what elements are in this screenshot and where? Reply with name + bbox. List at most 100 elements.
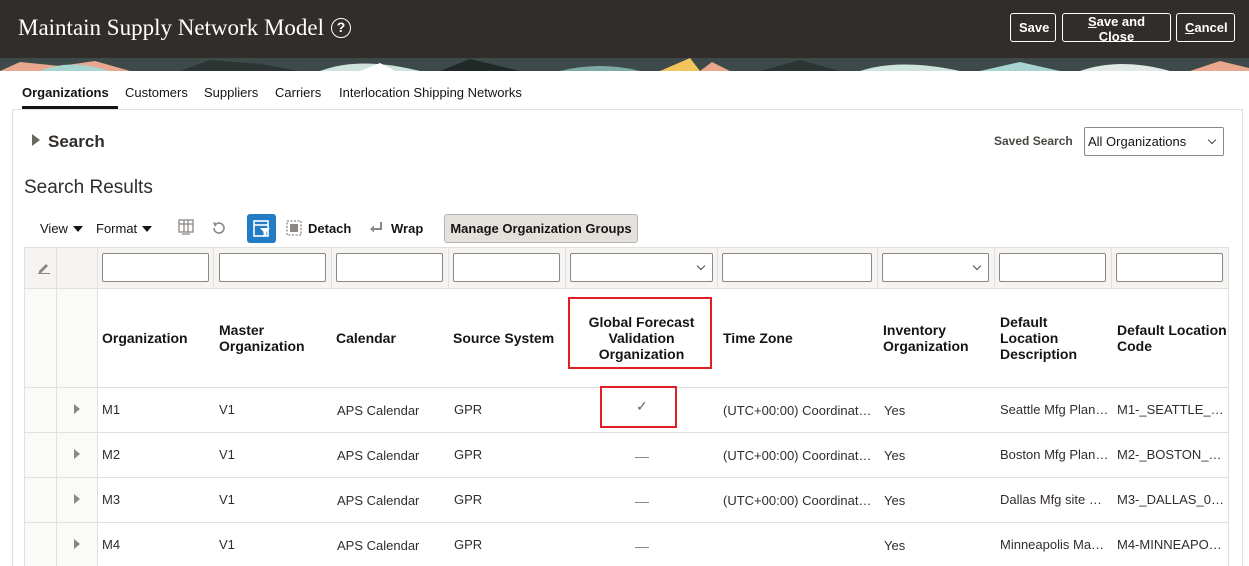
master-organization-filter-input[interactable] — [219, 253, 326, 282]
cell-default-location-description: Dallas Mfg site … — [1000, 492, 1102, 507]
grid-line — [24, 247, 1228, 248]
save-and-close-button[interactable]: Save and Close — [1062, 13, 1171, 44]
wrap-button[interactable]: Wrap — [391, 221, 423, 236]
cell-organization: M3 — [102, 492, 121, 507]
grid-line — [565, 247, 566, 288]
cell-calendar: APS Calendar — [337, 403, 420, 418]
highlight-box-column-header — [568, 297, 712, 369]
cell-organization: M4 — [102, 537, 121, 552]
detach-icon[interactable] — [285, 219, 303, 242]
view-menu[interactable]: View — [40, 221, 83, 236]
manage-organization-groups-button[interactable]: Manage Organization Groups — [444, 214, 638, 243]
decorative-banner — [0, 58, 1249, 71]
calendar-filter-input[interactable] — [336, 253, 443, 282]
empty-value-dash — [635, 547, 649, 548]
saved-search-label: Saved Search — [994, 134, 1073, 148]
cell-default-location-code: M1-_SEATTLE_… — [1117, 402, 1224, 417]
format-menu[interactable]: Format — [96, 221, 153, 236]
freeze-columns-icon[interactable] — [177, 218, 195, 241]
tab-interlocation-shipping-networks[interactable]: Interlocation Shipping Networks — [339, 85, 522, 100]
view-menu-label: View — [40, 221, 68, 236]
cell-calendar: APS Calendar — [337, 493, 420, 508]
grid-line — [1228, 247, 1229, 566]
grid-line — [56, 247, 57, 566]
search-label: Search — [48, 132, 105, 151]
column-header-time-zone[interactable]: Time Zone — [723, 330, 873, 346]
cell-master-organization: V1 — [219, 447, 235, 462]
grid-line — [717, 247, 718, 288]
expand-triangle-icon — [32, 134, 40, 146]
cell-master-organization: V1 — [219, 537, 235, 552]
chevron-down-icon — [696, 261, 706, 271]
cell-inventory-organization: Yes — [884, 403, 906, 418]
caret-down-icon — [142, 226, 153, 232]
grid-line — [24, 522, 1228, 523]
expand-row-icon[interactable] — [74, 404, 80, 414]
wrap-icon[interactable] — [369, 220, 385, 241]
cell-source-system: GPR — [454, 537, 483, 552]
tab-bar: Organizations Customers Suppliers Carrie… — [12, 72, 1243, 110]
tab-customers[interactable]: Customers — [125, 85, 188, 100]
grid-line — [24, 477, 1228, 478]
page-title: Maintain Supply Network Model — [18, 15, 324, 40]
grid-line — [97, 247, 98, 566]
cell-calendar: APS Calendar — [337, 448, 420, 463]
search-disclosure[interactable]: Search — [32, 132, 105, 152]
column-header-calendar[interactable]: Calendar — [336, 330, 446, 346]
grid-line — [331, 247, 332, 288]
grid-line — [877, 247, 878, 288]
cell-source-system: GPR — [454, 492, 483, 507]
question-circle-icon[interactable]: ? — [331, 18, 351, 38]
column-header-source-system[interactable]: Source System — [453, 330, 563, 346]
grid-line — [1111, 247, 1112, 288]
grid-line — [994, 247, 995, 288]
cell-default-location-description: Seattle Mfg Plan… — [1000, 402, 1109, 417]
tab-carriers[interactable]: Carriers — [275, 85, 321, 100]
query-by-example-button[interactable] — [247, 214, 276, 243]
row-header-column — [24, 288, 97, 566]
column-header-organization[interactable]: Organization — [102, 330, 212, 346]
saved-search-select[interactable]: All Organizations — [1084, 127, 1224, 156]
global-forecast-filter-select[interactable] — [570, 253, 713, 282]
save-button[interactable]: Save — [1010, 13, 1056, 42]
grid-line — [24, 247, 25, 566]
chevron-down-icon — [1207, 135, 1217, 145]
chevron-down-icon — [972, 261, 982, 271]
column-header-inventory-organization[interactable]: Inventory Organization — [883, 322, 983, 354]
column-header-default-location-description[interactable]: Default Location Description — [1000, 314, 1080, 362]
cell-time-zone: (UTC+00:00) Coordinat… — [723, 493, 872, 508]
detach-button[interactable]: Detach — [308, 221, 351, 236]
grid-line — [448, 247, 449, 288]
cell-calendar: APS Calendar — [337, 538, 420, 553]
grid-line — [24, 288, 1228, 289]
organization-filter-input[interactable] — [102, 253, 209, 282]
default-location-code-filter-input[interactable] — [1116, 253, 1223, 282]
cell-time-zone: (UTC+00:00) Coordinat… — [723, 448, 872, 463]
column-header-master-organization[interactable]: Master Organization — [219, 322, 329, 354]
cell-time-zone: (UTC+00:00) Coordinat… — [723, 403, 872, 418]
empty-value-dash — [635, 502, 649, 503]
cell-default-location-code: M2-_BOSTON_… — [1117, 447, 1222, 462]
default-location-description-filter-input[interactable] — [999, 253, 1106, 282]
saved-search-value: All Organizations — [1088, 134, 1187, 149]
cell-inventory-organization: Yes — [884, 538, 906, 553]
pencil-icon — [37, 260, 51, 277]
tab-organizations[interactable]: Organizations — [22, 85, 109, 100]
active-tab-indicator — [22, 106, 118, 109]
column-header-default-location-code[interactable]: Default Location Code — [1117, 322, 1227, 354]
cell-master-organization: V1 — [219, 402, 235, 417]
time-zone-filter-input[interactable] — [722, 253, 872, 282]
inventory-organization-filter-select[interactable] — [882, 253, 989, 282]
caret-down-icon — [72, 226, 83, 232]
cell-default-location-code: M4-MINNEAPO… — [1117, 537, 1222, 552]
expand-row-icon[interactable] — [74, 494, 80, 504]
refresh-icon[interactable] — [210, 219, 228, 242]
grid-line — [213, 247, 214, 288]
expand-row-icon[interactable] — [74, 449, 80, 459]
expand-row-icon[interactable] — [74, 539, 80, 549]
cancel-button[interactable]: Cancel — [1176, 13, 1235, 42]
page-header: Maintain Supply Network Model ? Save Sav… — [0, 0, 1249, 58]
cell-master-organization: V1 — [219, 492, 235, 507]
source-system-filter-input[interactable] — [453, 253, 560, 282]
tab-suppliers[interactable]: Suppliers — [204, 85, 258, 100]
